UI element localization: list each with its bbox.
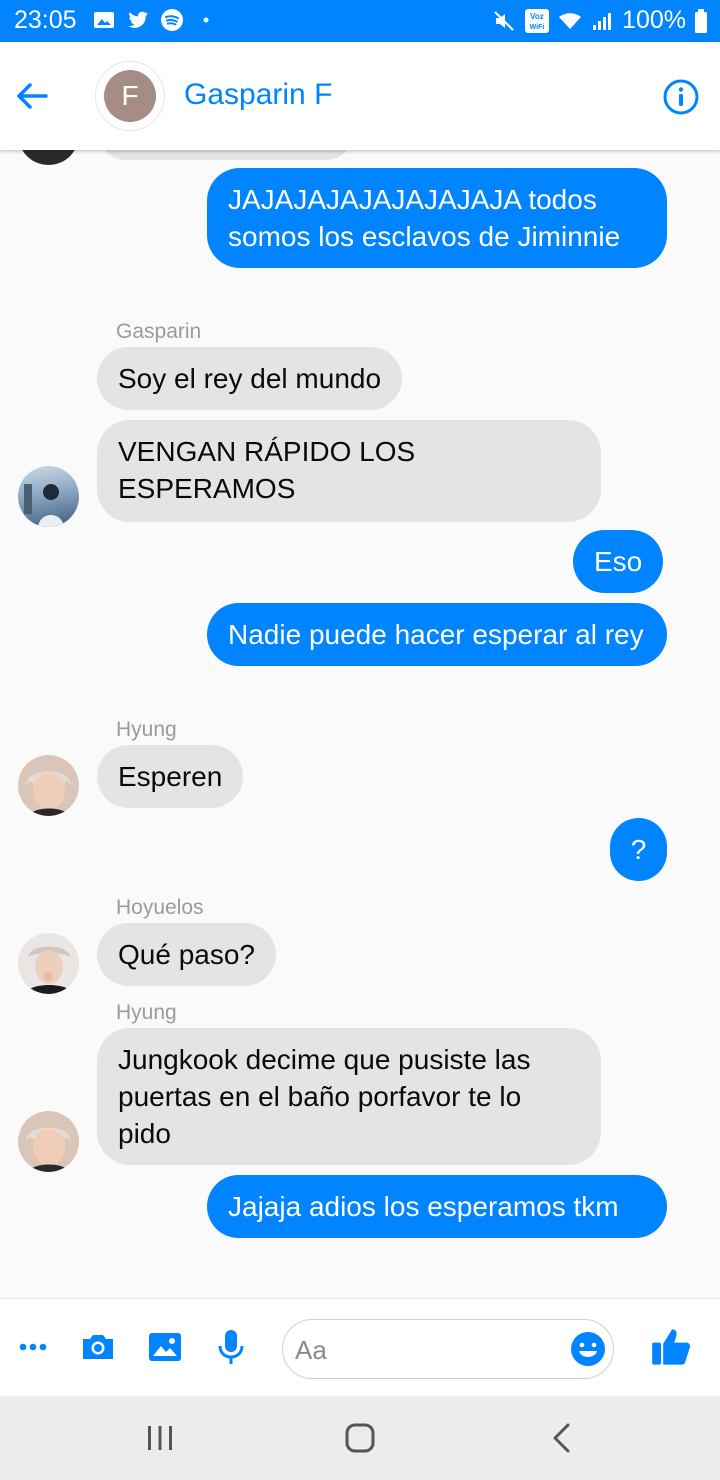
camera-icon[interactable] — [78, 1327, 118, 1367]
partial-avatar — [18, 150, 79, 165]
volte-icon: Voz WiFi — [525, 8, 550, 33]
message-bubble-incoming[interactable]: Qué paso? — [97, 923, 276, 986]
composer-bar — [0, 1298, 720, 1396]
sender-avatar[interactable] — [18, 1111, 79, 1172]
message-input-box[interactable] — [282, 1319, 614, 1379]
partial-message-bubble — [100, 150, 352, 160]
sender-name: Hoyuelos — [116, 896, 204, 919]
status-bar: 23:05 Voz WiFi 100% — [0, 0, 720, 42]
sender-avatar[interactable] — [18, 755, 79, 816]
message-bubble-incoming[interactable]: Soy el rey del mundo — [97, 347, 403, 410]
message-bubble-outgoing[interactable]: JAJAJAJAJAJAJAJAJA todos somos los escla… — [207, 168, 667, 268]
back-arrow-icon[interactable] — [12, 76, 52, 116]
message-input[interactable] — [295, 1332, 565, 1368]
message-bubble-outgoing[interactable]: ? — [610, 818, 667, 881]
message-bubble-outgoing[interactable]: Nadie puede hacer esperar al rey — [207, 603, 667, 666]
emoji-icon[interactable] — [569, 1330, 607, 1368]
dot-icon — [203, 17, 209, 23]
sender-avatar[interactable] — [18, 933, 79, 994]
info-icon[interactable] — [662, 78, 700, 116]
sender-name: Hyung — [116, 718, 177, 741]
message-bubble-incoming[interactable]: VENGAN RÁPIDO LOS ESPERAMOS — [97, 420, 601, 522]
contact-avatar[interactable]: F — [104, 70, 156, 122]
svg-text:WiFi: WiFi — [530, 24, 545, 31]
svg-text:Voz: Voz — [530, 12, 544, 21]
gallery-icon — [94, 12, 114, 28]
status-time: 23:05 — [14, 6, 77, 34]
battery-icon — [695, 8, 707, 33]
conversation-title[interactable]: Gasparin F — [184, 78, 332, 112]
recent-apps-icon[interactable] — [142, 1420, 178, 1456]
message-bubble-incoming[interactable]: Esperen — [97, 745, 244, 808]
home-icon[interactable] — [342, 1420, 378, 1456]
conversation-header: F Gasparin F — [0, 42, 720, 150]
message-bubble-outgoing[interactable]: Jajaja adios los esperamos tkm — [207, 1175, 667, 1238]
more-icon[interactable] — [14, 1327, 54, 1367]
message-bubble-outgoing[interactable]: Eso — [573, 530, 664, 593]
battery-percent: 100% — [622, 6, 686, 34]
sender-name: Hyung — [116, 1001, 177, 1024]
wifi-icon — [559, 12, 582, 29]
mute-icon — [494, 10, 514, 31]
signal-icon — [593, 12, 612, 30]
message-bubble-incoming[interactable]: Jungkook decime que pusiste las puertas … — [97, 1028, 601, 1165]
spotify-icon — [161, 9, 183, 31]
message-list[interactable]: JAJAJAJAJAJAJAJAJA todos somos los escla… — [0, 150, 720, 1298]
twitter-icon — [128, 11, 148, 28]
sender-avatar[interactable] — [18, 466, 79, 527]
system-nav-bar — [0, 1396, 720, 1480]
back-nav-icon[interactable] — [545, 1420, 581, 1456]
image-icon[interactable] — [145, 1327, 185, 1367]
sender-name: Gasparin — [116, 320, 202, 343]
microphone-icon[interactable] — [211, 1327, 251, 1367]
like-icon[interactable] — [650, 1325, 694, 1369]
